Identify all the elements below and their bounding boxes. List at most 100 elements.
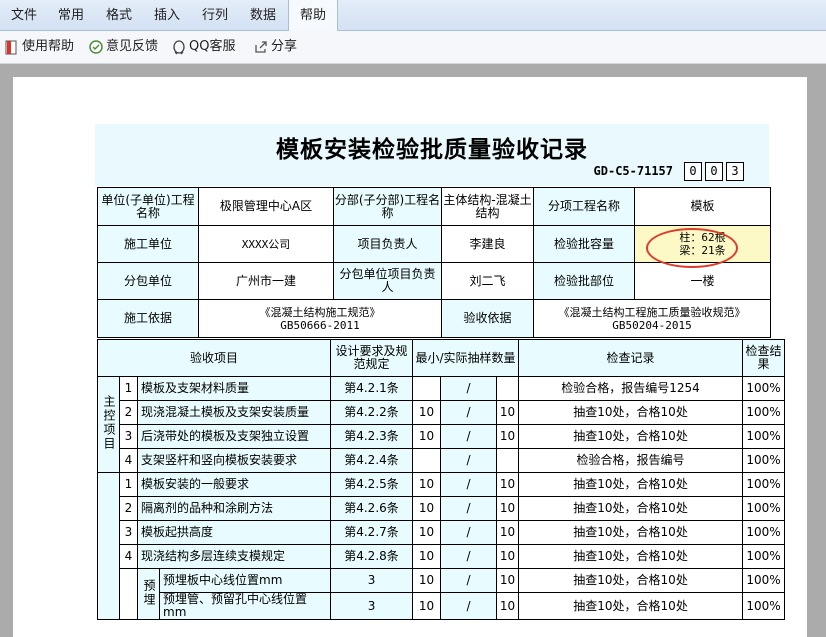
row-name: 模板起拱高度 [136,520,332,545]
row-result[interactable]: 100% [742,472,786,497]
table-row: 1 模板安装的一般要求 第4.2.5条 10 / 10 抽查10处，合格10处 … [97,472,786,620]
part-value[interactable]: 一楼 [634,262,771,300]
table-row: 预埋 预埋板中心线位置mm 3 10 / 10 抽查10处，合格10处 100% [98,568,786,620]
row-clause: 第4.2.6条 [330,496,414,521]
row-min[interactable]: 10 [412,472,442,497]
feedback-button[interactable]: 意见反馈 [89,37,165,57]
row-slash: / [440,568,498,593]
row-record[interactable]: 抽查10处，合格10处 [518,424,744,449]
item-project-value[interactable]: 模板 [634,187,771,226]
form-code: GD-C5-71157 [593,164,673,178]
menu-data[interactable]: 数据 [242,0,284,30]
row-result[interactable]: 100% [742,424,786,449]
row-result[interactable]: 100% [742,592,786,620]
row-min[interactable]: 10 [412,592,442,620]
project-manager-label: 项目负责人 [333,225,442,263]
menu-common[interactable]: 常用 [50,0,92,30]
acceptance-basis-name: 《混凝土结构工程施工质量验收规范》 [558,305,746,319]
menu-help[interactable]: 帮助 [288,0,338,31]
row-min[interactable]: 10 [412,568,442,593]
row-min[interactable]: 10 [412,520,442,545]
row-min[interactable] [412,448,442,473]
share-button[interactable]: 分享 [254,37,304,57]
menu-rowcol[interactable]: 行列 [194,0,236,30]
row-clause: 3 [330,592,414,620]
row-actual[interactable]: 10 [496,592,520,620]
row-no: 3 [119,520,138,545]
subcontractor-value[interactable]: 广州市一建 [198,262,334,300]
menu-bar: 文件 常用 格式 插入 行列 数据 帮助 [0,0,826,31]
row-min[interactable] [412,376,442,401]
code-digit-1[interactable]: 0 [684,162,702,181]
contractor-value[interactable]: XXXX公司 [198,225,334,263]
qq-label: QQ客服 [189,39,236,54]
qq-service-button[interactable]: QQ客服 [172,37,244,57]
row-record[interactable]: 抽查10处，合格10处 [518,400,744,425]
row-actual[interactable]: 10 [496,400,520,425]
form-title-area: 模板安装检验批质量验收记录 GD-C5-71157 0 0 3 [95,124,769,186]
row-actual[interactable] [496,448,520,473]
row-record[interactable]: 抽查10处，合格10处 [518,592,744,620]
row-result[interactable]: 100% [742,448,786,473]
table-row: 主控项目 1 模板及支架材料质量 第4.2.1条 / 检验合格，报告编号1254… [97,376,786,473]
form-title: 模板安装检验批质量验收记录 [276,137,588,163]
table-row: 2 现浇混凝土模板及支架安装质量 第4.2.2条 10 / 10 抽查10处，合… [98,400,786,425]
row-clause: 第4.2.8条 [330,544,414,569]
help-button[interactable]: 使用帮助 [5,37,81,57]
row-min[interactable]: 10 [412,424,442,449]
row-result[interactable]: 100% [742,568,786,593]
construction-basis-value[interactable]: 《混凝土结构施工规范》 GB50666-2011 [198,299,442,338]
project-manager-value[interactable]: 李建良 [441,225,534,263]
row-record[interactable]: 抽查10处，合格10处 [518,496,744,521]
row-record[interactable]: 抽查10处，合格10处 [518,544,744,569]
table-row: 3 后浇带处的模板及支架独立设置 第4.2.3条 10 / 10 抽查10处，合… [98,424,786,449]
row-result[interactable]: 100% [742,376,786,401]
row-min[interactable]: 10 [412,544,442,569]
row-result[interactable]: 100% [742,496,786,521]
unit-value[interactable]: 极限管理中心A区 [198,187,334,226]
capacity-highlight-circle [646,228,738,268]
row-actual[interactable]: 10 [496,496,520,521]
row-no: 2 [119,496,138,521]
items-table: 验收项目 设计要求及规范规定 最小/实际抽样数量 检查记录 检查结果 主控项目 … [96,339,786,620]
row-clause: 第4.2.2条 [330,400,414,425]
row-name: 现浇结构多层连续支模规定 [136,544,332,569]
row-clause: 第4.2.3条 [330,424,414,449]
table-row: 2 隔离剂的品种和涂刷方法 第4.2.6条 10 / 10 抽查10处，合格10… [98,496,786,521]
row-actual[interactable]: 10 [496,544,520,569]
menu-file[interactable]: 文件 [4,0,44,30]
row-record[interactable]: 抽查10处，合格10处 [518,472,744,497]
code-digit-3[interactable]: 3 [726,162,744,181]
row-result[interactable]: 100% [742,544,786,569]
code-digit-2[interactable]: 0 [705,162,723,181]
row-record[interactable]: 抽查10处，合格10处 [518,520,744,545]
subcontractor-manager-value[interactable]: 刘二飞 [441,262,534,300]
row-name: 模板安装的一般要求 [136,472,332,497]
row-name: 预埋板中心线位置mm [158,568,332,593]
row-min[interactable]: 10 [412,400,442,425]
capacity-label: 检验批容量 [533,225,635,263]
row-name: 后浇带处的模板及支架独立设置 [136,424,332,449]
header-design: 设计要求及规范规定 [330,339,414,377]
menu-format[interactable]: 格式 [98,0,140,30]
row-result[interactable]: 100% [742,520,786,545]
row-record[interactable]: 抽查10处，合格10处 [518,568,744,593]
row-record[interactable]: 检验合格，报告编号1254 [518,376,744,401]
unit-label: 单位(子单位)工程名称 [97,187,199,226]
row-no: 2 [119,400,138,425]
row-min[interactable]: 10 [412,496,442,521]
row-actual[interactable]: 10 [496,472,520,497]
table-row: 4 现浇结构多层连续支模规定 第4.2.8条 10 / 10 抽查10处，合格1… [98,544,786,569]
row-actual[interactable]: 10 [496,568,520,593]
row-actual[interactable]: 10 [496,520,520,545]
row-actual[interactable]: 10 [496,424,520,449]
menu-insert[interactable]: 插入 [146,0,188,30]
row-slash: / [440,472,498,497]
row-record[interactable]: 检验合格，报告编号 [518,448,744,473]
row-actual[interactable] [496,376,520,401]
item-project-label: 分项工程名称 [533,187,635,226]
construction-basis-label: 施工依据 [97,299,199,338]
row-result[interactable]: 100% [742,400,786,425]
acceptance-basis-value[interactable]: 《混凝土结构工程施工质量验收规范》 GB50204-2015 [533,299,771,338]
sub-project-value[interactable]: 主体结构-混凝土结构 [441,187,534,226]
